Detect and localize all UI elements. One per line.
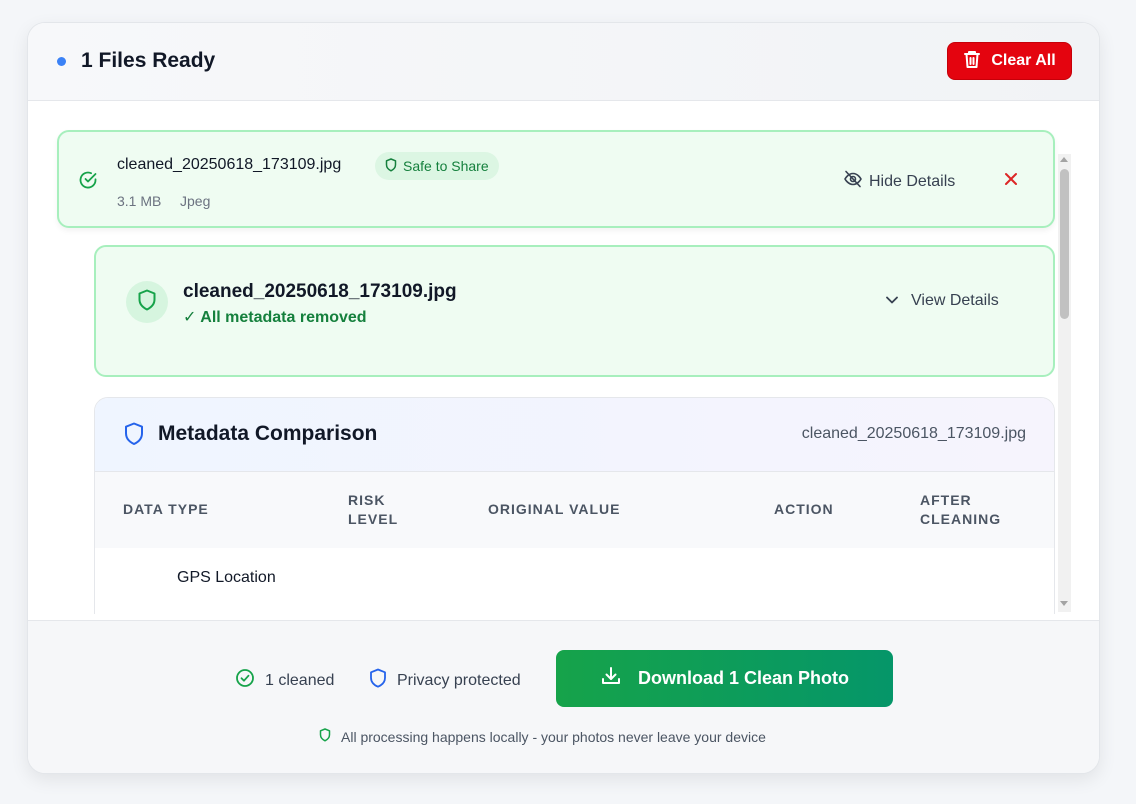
metadata-header: Metadata Comparison cleaned_20250618_173… <box>95 398 1054 472</box>
check-circle-icon <box>78 170 98 195</box>
download-label: Download 1 Clean Photo <box>637 668 849 688</box>
column-header-original-value: ORIGINAL VALUE <box>488 501 621 517</box>
download-button[interactable]: Download 1 Clean Photo <box>556 650 893 707</box>
scrollbar-thumb[interactable] <box>1060 169 1069 319</box>
column-header-after-cleaning: AFTER CLEANING <box>920 492 1002 527</box>
shield-icon <box>137 289 157 316</box>
shield-icon <box>319 728 331 745</box>
column-header-risk-level: RISK LEVEL <box>348 492 399 527</box>
files-scroll-area[interactable]: cleaned_20250618_173109.jpg Safe to Shar… <box>28 101 1099 614</box>
status-dot <box>57 57 66 66</box>
view-details-label: View Details <box>911 292 999 309</box>
privacy-status: Privacy protected <box>369 668 521 693</box>
view-details-button[interactable]: View Details <box>885 292 999 310</box>
file-row: cleaned_20250618_173109.jpg Safe to Shar… <box>57 130 1055 228</box>
detail-file-name: cleaned_20250618_173109.jpg <box>183 281 457 302</box>
table-header: DATA TYPE RISK LEVEL ORIGINAL VALUE ACTI… <box>95 472 1054 548</box>
file-type: Jpeg <box>180 193 211 209</box>
files-panel: 1 Files Ready Clear All cleaned_20250618… <box>27 22 1100 774</box>
shield-badge <box>126 281 168 323</box>
trash-icon <box>963 49 981 74</box>
hide-details-button[interactable]: Hide Details <box>843 169 955 194</box>
privacy-status-label: Privacy protected <box>397 671 521 689</box>
clear-all-label: Clear All <box>991 52 1056 69</box>
scroll-down-arrow[interactable] <box>1060 601 1068 606</box>
safe-badge: Safe to Share <box>375 152 499 180</box>
metadata-file-name: cleaned_20250618_173109.jpg <box>801 425 1026 442</box>
check-circle-icon <box>235 668 255 693</box>
column-header-data-type: DATA TYPE <box>123 501 209 517</box>
hide-details-label: Hide Details <box>869 172 956 190</box>
detail-status: ✓ All metadata removed <box>183 309 367 326</box>
metadata-title: Metadata Comparison <box>158 422 378 445</box>
file-detail-card: cleaned_20250618_173109.jpg ✓ All metada… <box>94 245 1055 377</box>
file-size: 3.1 MB <box>117 193 162 209</box>
file-name: cleaned_20250618_173109.jpg <box>117 156 342 173</box>
download-icon <box>600 665 622 692</box>
shield-icon <box>385 157 397 175</box>
remove-file-button[interactable] <box>1004 172 1018 191</box>
cleaned-count: 1 cleaned <box>235 668 334 693</box>
cleaned-count-label: 1 cleaned <box>265 671 335 689</box>
privacy-note: All processing happens locally - your ph… <box>319 728 766 745</box>
table-row: GPS Location <box>177 569 276 586</box>
shield-icon <box>369 668 387 693</box>
panel-footer: 1 cleaned Privacy protected Download 1 C… <box>28 620 1099 773</box>
page-title: 1 Files Ready <box>81 49 216 72</box>
scroll-up-arrow[interactable] <box>1060 157 1068 162</box>
clear-all-button[interactable]: Clear All <box>947 42 1072 80</box>
eye-off-icon <box>843 169 863 194</box>
safe-badge-label: Safe to Share <box>403 158 489 174</box>
shield-icon <box>124 422 144 451</box>
close-icon <box>1004 173 1018 190</box>
metadata-comparison: Metadata Comparison cleaned_20250618_173… <box>94 397 1055 614</box>
panel-header: 1 Files Ready Clear All <box>28 23 1099 101</box>
column-header-action: ACTION <box>774 501 834 517</box>
privacy-note-label: All processing happens locally - your ph… <box>341 728 766 745</box>
chevron-down-icon <box>885 292 899 310</box>
